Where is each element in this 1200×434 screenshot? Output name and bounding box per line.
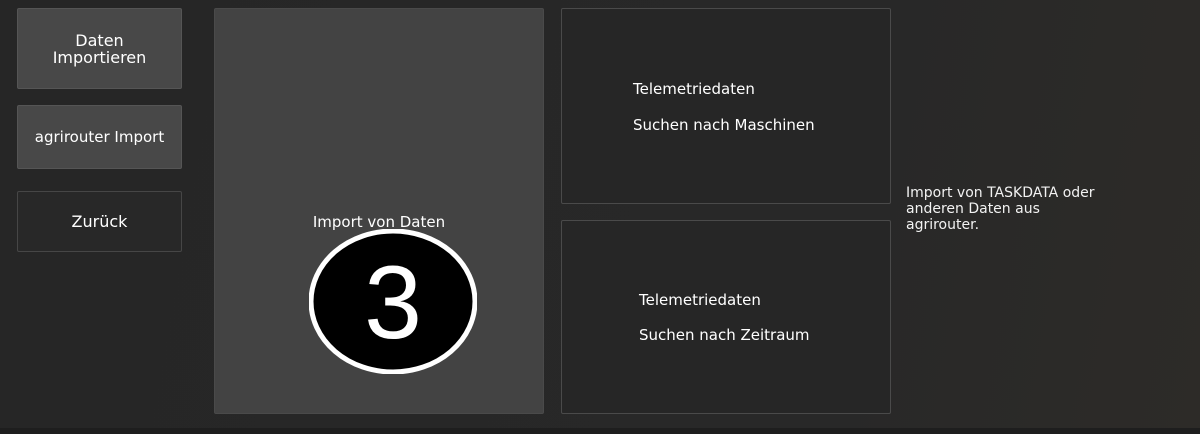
data-import-button[interactable]: Daten Importieren <box>17 8 182 89</box>
telemetry-period-subtitle: Suchen nach Zeitraum <box>639 326 810 344</box>
back-button[interactable]: Zurück <box>17 191 182 252</box>
back-button-label: Zurück <box>71 212 128 231</box>
bottom-strip <box>0 428 1200 434</box>
telemetry-machines-title: Telemetriedaten <box>633 80 755 98</box>
telemetry-machines-subtitle: Suchen nach Maschinen <box>633 116 815 134</box>
step-number-marker: 3 <box>309 229 477 374</box>
data-import-button-label: Daten Importieren <box>52 30 147 67</box>
telemetry-machines-tile[interactable]: Telemetriedaten Suchen nach Maschinen <box>561 8 891 204</box>
telemetry-period-tile[interactable]: Telemetriedaten Suchen nach Zeitraum <box>561 220 891 414</box>
telemetry-period-title: Telemetriedaten <box>639 291 761 309</box>
agrirouter-import-button-label: agrirouter Import <box>34 127 165 146</box>
step-number-text: 3 <box>364 245 422 361</box>
import-screen: Daten Importieren agrirouter Import Zurü… <box>0 0 1200 434</box>
agrirouter-import-button[interactable]: agrirouter Import <box>17 105 182 169</box>
info-description: Import von TASKDATA oder anderen Daten a… <box>906 185 1095 233</box>
